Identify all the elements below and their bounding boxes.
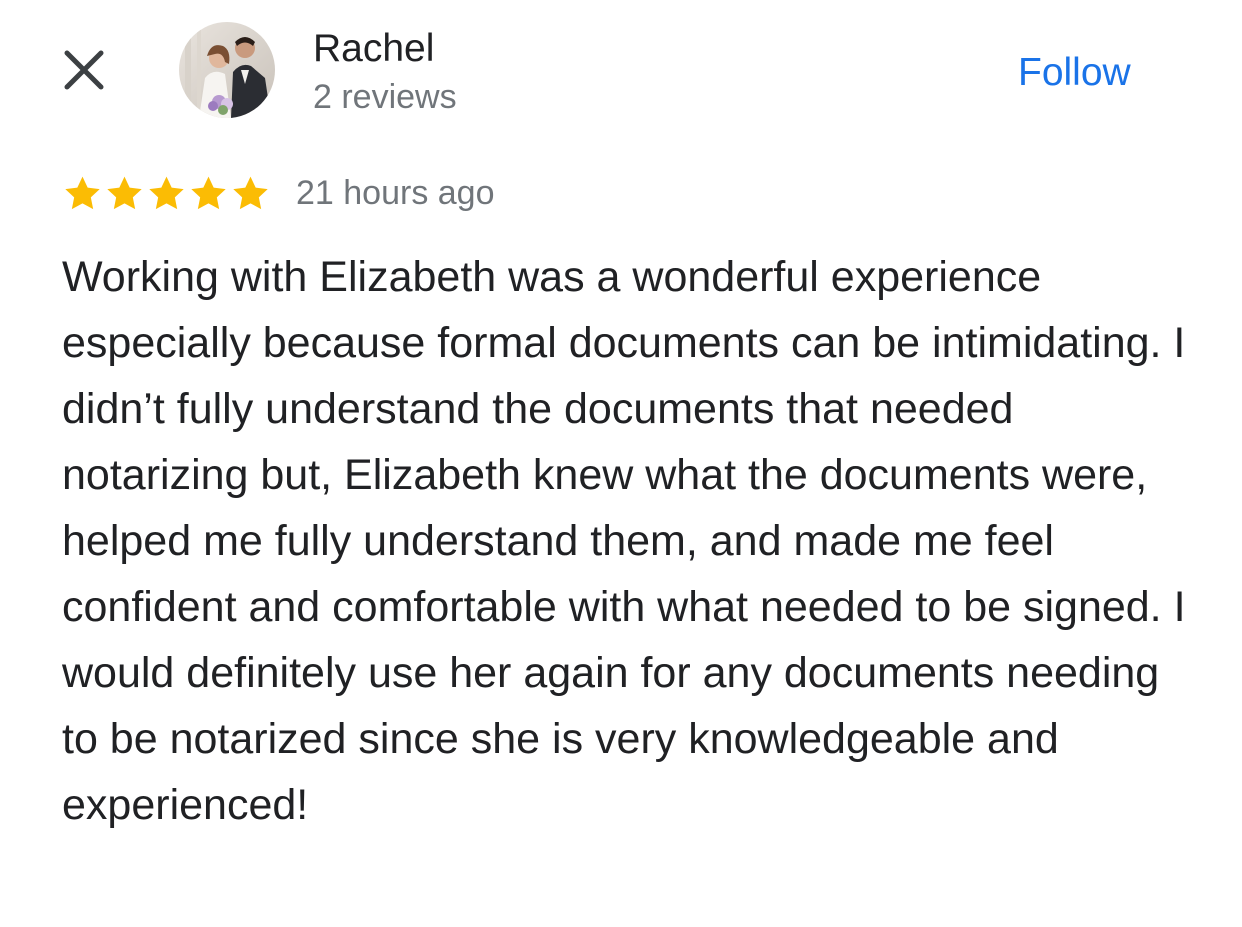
star-icon bbox=[149, 176, 184, 210]
avatar[interactable] bbox=[179, 22, 275, 118]
star-icon bbox=[191, 176, 226, 210]
close-icon bbox=[61, 47, 107, 98]
review-count: 2 reviews bbox=[313, 78, 457, 116]
star-icon bbox=[233, 176, 268, 210]
close-button[interactable] bbox=[58, 48, 110, 96]
star-icon bbox=[65, 176, 100, 210]
star-icon bbox=[107, 176, 142, 210]
star-rating bbox=[62, 174, 271, 214]
review-text: Working with Elizabeth was a wonderful e… bbox=[62, 253, 1186, 829]
review-timestamp: 21 hours ago bbox=[296, 174, 495, 212]
follow-button[interactable]: Follow bbox=[1010, 46, 1139, 100]
reviewer-name[interactable]: Rachel bbox=[313, 26, 434, 72]
